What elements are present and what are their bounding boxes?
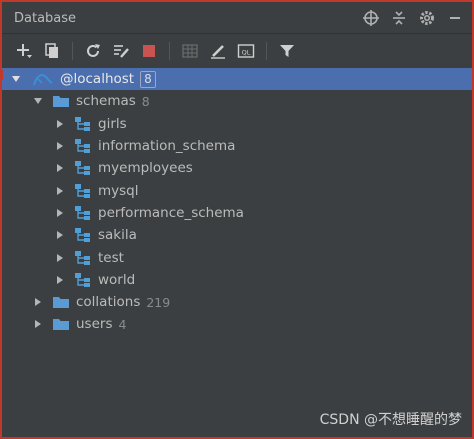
schema-icon (74, 138, 92, 154)
schema-label: myemployees (98, 160, 193, 177)
panel-header: Database (2, 2, 472, 34)
collapse-icon[interactable] (390, 9, 408, 27)
tree-node-schema[interactable]: myemployees (2, 157, 472, 179)
tree-node-schemas[interactable]: schemas 8 (2, 90, 472, 112)
tree-node-schema[interactable]: performance_schema (2, 202, 472, 224)
tree-node-schema[interactable]: world (2, 269, 472, 291)
tree-node-collations[interactable]: collations 219 (2, 291, 472, 313)
folder-icon (52, 294, 70, 310)
watermark: CSDN @不想睡醒的梦 (319, 412, 462, 428)
stop-icon[interactable] (137, 39, 161, 63)
schema-label: girls (98, 115, 127, 132)
header-actions (362, 9, 464, 27)
collapsed-arrow-icon[interactable] (54, 252, 66, 264)
collations-count: 219 (146, 294, 171, 310)
gear-icon[interactable] (418, 9, 436, 27)
schema-label: performance_schema (98, 204, 244, 221)
schema-label: information_schema (98, 138, 236, 155)
schemas-count: 8 (141, 93, 150, 109)
folder-icon (52, 316, 70, 332)
collations-label: collations (76, 294, 141, 311)
tree-node-schema[interactable]: mysql (2, 179, 472, 201)
collapsed-arrow-icon[interactable] (54, 274, 66, 286)
datasource-icon (32, 71, 54, 87)
collapsed-arrow-icon[interactable] (54, 118, 66, 130)
schema-icon (74, 160, 92, 176)
tree-node-schema[interactable]: test (2, 246, 472, 268)
toolbar: QL (2, 35, 472, 67)
edit-icon[interactable] (206, 39, 230, 63)
edge-marker (0, 70, 3, 80)
copy-icon[interactable] (40, 39, 64, 63)
tree-node-schema[interactable]: information_schema (2, 135, 472, 157)
host-count-badge: 8 (140, 70, 156, 88)
expand-arrow-icon[interactable] (32, 95, 44, 107)
collapsed-arrow-icon[interactable] (54, 207, 66, 219)
expand-arrow-icon[interactable] (10, 73, 22, 85)
collapsed-arrow-icon[interactable] (32, 318, 44, 330)
collapsed-arrow-icon[interactable] (54, 162, 66, 174)
tree-node-localhost[interactable]: @localhost 8 (2, 68, 472, 91)
table-icon[interactable] (178, 39, 202, 63)
tree-node-users[interactable]: users 4 (2, 313, 472, 335)
schema-list: girls information_schema myemployees mysql p… (2, 113, 472, 291)
schema-icon (74, 227, 92, 243)
collapsed-arrow-icon[interactable] (32, 296, 44, 308)
tree-node-schema[interactable]: sakila (2, 224, 472, 246)
target-icon[interactable] (362, 9, 380, 27)
host-label: @localhost (60, 71, 135, 88)
users-label: users (76, 316, 113, 333)
database-window: Database QL @localhost 8 schemas 8 girls… (2, 2, 472, 437)
schema-label: test (98, 249, 124, 266)
svg-text:QL: QL (242, 49, 251, 57)
schema-icon (74, 183, 92, 199)
users-count: 4 (118, 316, 127, 332)
tree-node-schema[interactable]: girls (2, 113, 472, 135)
toolbar-separator (266, 42, 267, 60)
schema-icon (74, 272, 92, 288)
sql-console-icon[interactable]: QL (234, 39, 258, 63)
edit-schema-icon[interactable] (109, 39, 133, 63)
collapsed-arrow-icon[interactable] (54, 185, 66, 197)
minimize-icon[interactable] (446, 9, 464, 27)
schema-label: world (98, 271, 136, 288)
database-tree: @localhost 8 schemas 8 girls information_… (2, 68, 472, 336)
schema-icon (74, 205, 92, 221)
folder-icon (52, 93, 70, 109)
collapsed-arrow-icon[interactable] (54, 140, 66, 152)
collapsed-arrow-icon[interactable] (54, 229, 66, 241)
schema-label: mysql (98, 182, 139, 199)
schemas-label: schemas (76, 93, 136, 110)
schema-icon (74, 250, 92, 266)
refresh-icon[interactable] (81, 39, 105, 63)
filter-icon[interactable] (275, 39, 299, 63)
panel-title: Database (14, 11, 77, 26)
toolbar-separator (72, 42, 73, 60)
toolbar-separator (169, 42, 170, 60)
schema-icon (74, 116, 92, 132)
add-icon[interactable] (12, 39, 36, 63)
schema-label: sakila (98, 227, 137, 244)
